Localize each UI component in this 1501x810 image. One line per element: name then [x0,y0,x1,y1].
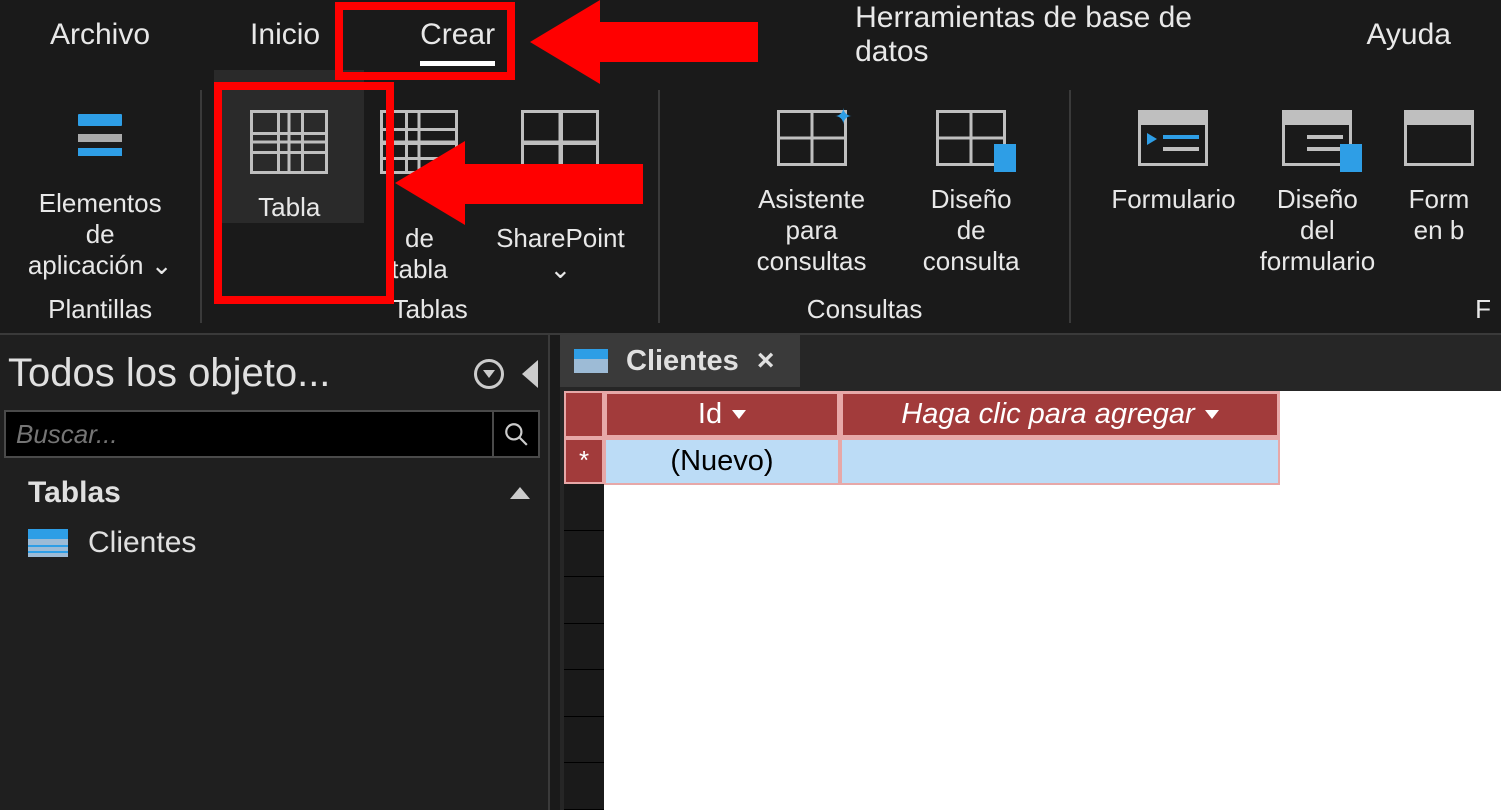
table-icon [250,110,328,174]
blank-form-icon [1404,110,1474,166]
app-parts-label-2: aplicación ⌄ [28,250,173,281]
nav-group-tablas[interactable]: Tablas [0,466,548,516]
table-design-icon [380,110,458,174]
row-header[interactable] [564,577,604,624]
dropdown-icon[interactable] [732,410,746,419]
form-design-label-1: Diseño del [1258,184,1377,246]
nav-collapse-icon[interactable] [522,360,538,388]
blank-form-label-1: Form [1409,184,1470,215]
nav-search [4,410,540,458]
ribbon-group-tablas: Tabla Diseño de tabla [202,70,658,333]
tab-herramientas[interactable]: Herramientas de base de datos [835,0,1286,79]
form-label: Formulario [1111,184,1235,215]
row-header[interactable] [564,484,604,531]
table-icon [574,349,608,373]
group-label-plantillas: Plantillas [0,294,200,325]
ribbon-group-consultas: ✦ Asistente para consultas Diseño de con… [660,70,1069,333]
search-input[interactable] [6,419,492,450]
document-area: Clientes × * Id Haga clic para agregar [560,335,1501,810]
header-row: Id Haga clic para agregar [604,391,1501,438]
table-label: Tabla [258,192,320,223]
nav-dropdown-icon[interactable] [474,359,504,389]
column-header-label: Haga clic para agregar [901,398,1194,431]
query-design-label-2: consulta [923,246,1020,277]
nav-title-row: Todos los objeto... [0,335,548,406]
app-parts-label-1: Elementos de [24,188,176,250]
dropdown-icon[interactable] [1205,410,1219,419]
navigation-pane: Todos los objeto... Tablas Clientes [0,335,550,810]
row-header[interactable] [564,531,604,578]
blank-form-button[interactable]: Form en b [1389,70,1489,246]
form-design-button[interactable]: Diseño del formulario [1246,70,1389,278]
query-design-label-1: Diseño de [915,184,1027,246]
row-header-column: * [564,391,604,810]
ribbon-group-plantillas: Elementos de aplicación ⌄ Plantillas [0,70,200,333]
tab-crear[interactable]: Crear [400,8,515,62]
group-label-formularios: F [1071,294,1501,325]
row-header-selectall[interactable] [564,391,604,438]
table-icon [28,529,68,557]
column-header-add[interactable]: Haga clic para agregar [840,391,1280,438]
group-label-tablas: Tablas [202,294,658,325]
sharepoint-lists-label-2: SharePoint ⌄ [487,223,634,285]
row-header-new[interactable]: * [564,438,604,485]
chevron-up-icon [510,487,530,499]
query-wizard-label-2: consultas [757,246,867,277]
query-wizard-label-1: Asistente para [732,184,891,246]
row-header[interactable] [564,717,604,764]
ribbon-tabs: Archivo Inicio Crear Herramientas de bas… [0,0,1501,70]
ribbon-group-formularios: Formulario Diseño del formulario [1071,70,1501,333]
tab-inicio[interactable]: Inicio [230,8,340,62]
form-design-icon [1282,110,1352,166]
table-design-label-2: de tabla [376,223,462,285]
document-tab-clientes[interactable]: Clientes × [560,335,800,387]
query-wizard-button[interactable]: ✦ Asistente para consultas [720,70,903,278]
row-header[interactable] [564,670,604,717]
row-header[interactable] [564,763,604,810]
tab-ayuda[interactable]: Ayuda [1346,8,1471,62]
nav-title[interactable]: Todos los objeto... [8,351,330,396]
app-parts-button[interactable]: Elementos de aplicación ⌄ [12,70,188,282]
form-icon [1138,110,1208,166]
document-tab-label: Clientes [626,345,739,378]
cell-id[interactable]: (Nuevo) [604,438,840,485]
cell-add[interactable] [840,438,1280,485]
column-header-id[interactable]: Id [604,391,840,438]
query-design-icon [936,110,1006,166]
query-wizard-icon: ✦ [777,110,847,166]
group-label-consultas: Consultas [660,294,1069,325]
sharepoint-lists-button[interactable]: Listas SharePoint ⌄ [475,70,646,286]
search-icon[interactable] [492,412,538,456]
datasheet-grid: Id Haga clic para agregar (Nuevo) [604,391,1501,810]
nav-item-label: Clientes [88,526,196,560]
datasheet: * Id Haga clic para agregar (Nuevo [564,391,1501,810]
form-design-label-2: formulario [1260,246,1376,277]
blank-form-label-2: en b [1414,215,1465,246]
table-design-button[interactable]: Diseño de tabla [364,70,474,286]
nav-item-clientes[interactable]: Clientes [0,516,548,570]
table-button[interactable]: Tabla [214,70,364,223]
row-header[interactable] [564,624,604,671]
ribbon: Elementos de aplicación ⌄ Plantillas Tab… [0,70,1501,335]
column-header-label: Id [698,398,722,431]
form-button[interactable]: Formulario [1101,70,1246,215]
close-icon[interactable]: × [757,344,775,378]
query-design-button[interactable]: Diseño de consulta [903,70,1039,278]
new-record-row[interactable]: (Nuevo) [604,438,1501,485]
nav-group-label: Tablas [28,476,121,510]
app-parts-icon [70,110,130,170]
tab-archivo[interactable]: Archivo [30,8,170,62]
sharepoint-lists-icon [521,110,599,174]
